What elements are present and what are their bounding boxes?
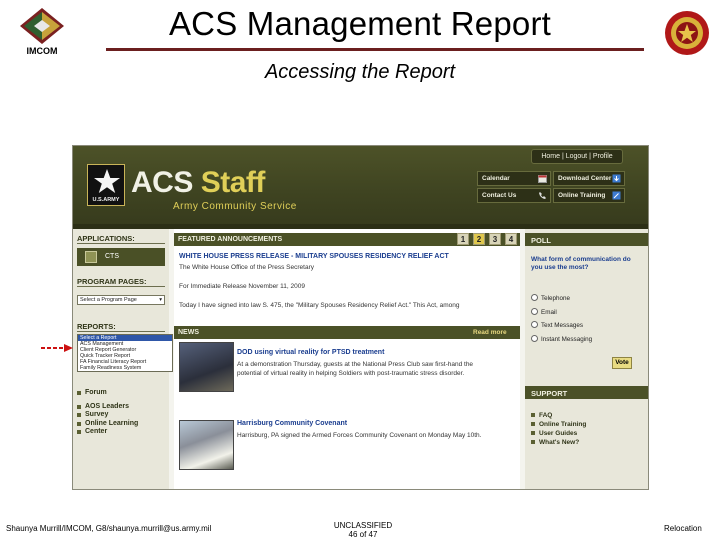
footer-topic: Relocation: [664, 524, 702, 533]
contact-us-label: Contact Us: [482, 192, 517, 199]
page-1-button[interactable]: 1: [457, 233, 469, 245]
brand-subtitle: Army Community Service: [173, 201, 297, 212]
reports-dropdown-list[interactable]: Select a Report ACS Management Client Re…: [77, 334, 173, 372]
download-center-label: Download Center: [558, 175, 612, 182]
news-2-title-link[interactable]: Harrisburg Community Covenant: [237, 420, 347, 427]
news-photo-ptsd[interactable]: [179, 342, 234, 392]
program-pages-heading: PROGRAM PAGES:: [77, 277, 147, 286]
news-photo-covenant[interactable]: [179, 420, 234, 470]
poll-option-telephone[interactable]: Telephone: [531, 294, 570, 302]
announcement-source: The White House Office of the Press Secr…: [179, 264, 314, 271]
brand-acs: ACS: [131, 166, 193, 199]
online-training-button[interactable]: Online Training: [553, 188, 625, 203]
page-3-button[interactable]: 3: [489, 233, 501, 245]
news-1-text: At a demonstration Thursday, guests at t…: [237, 361, 474, 368]
cts-label: CTS: [105, 253, 119, 260]
page-2-button[interactable]: 2: [473, 233, 485, 245]
brand-staff: Staff: [200, 166, 266, 199]
imcom-logo-text: IMCOM: [26, 46, 58, 56]
announcement-date: For Immediate Release November 11, 2009: [179, 283, 305, 290]
news-1-text-2: potential of virtual reality in helping …: [237, 370, 465, 377]
calendar-icon: [538, 175, 547, 183]
us-army-label: U.S.ARMY: [92, 197, 120, 203]
program-page-select-value: Select a Program Page: [80, 297, 137, 303]
program-pages-divider: [77, 286, 165, 287]
poll-header: POLL: [525, 233, 648, 246]
footer-classification: UNCLASSIFIED 46 of 47: [318, 521, 408, 539]
aos-leaders-link[interactable]: AOS Leaders: [77, 403, 138, 412]
slide-number: 46 of 47: [348, 529, 378, 539]
support-link-list: FAQ Online Training User Guides What's N…: [531, 411, 586, 447]
chevron-down-icon: ▾: [159, 297, 162, 303]
title-divider: [106, 48, 644, 51]
read-more-link[interactable]: Read more: [473, 329, 507, 336]
vote-button[interactable]: Vote: [612, 357, 632, 369]
site-brand: ACS Staff: [131, 166, 265, 200]
poll-option-instant-messaging[interactable]: Instant Messaging: [531, 335, 592, 343]
poll-option-email[interactable]: Email: [531, 308, 557, 316]
reports-divider: [77, 331, 165, 332]
poll-option-text-messages[interactable]: Text Messages: [531, 321, 583, 329]
online-training-link[interactable]: Online Training: [531, 420, 586, 429]
news-1-title-link[interactable]: DOD using virtual reality for PTSD treat…: [237, 349, 384, 356]
announcement-title-link[interactable]: WHITE HOUSE PRESS RELEASE - MILITARY SPO…: [179, 253, 449, 260]
us-army-star-logo: U.S.ARMY: [87, 164, 125, 206]
online-training-label: Online Training: [558, 192, 606, 199]
phone-icon: [539, 192, 546, 199]
applications-divider: [77, 243, 165, 244]
cts-icon: [85, 251, 97, 263]
faq-link[interactable]: FAQ: [531, 411, 586, 420]
report-option[interactable]: Family Readiness System: [78, 365, 172, 371]
cts-application-button[interactable]: CTS: [77, 248, 165, 266]
footer-author: Shaunya Murrill/IMCOM, G8/shaunya.murril…: [6, 524, 212, 533]
applications-heading: APPLICATIONS:: [77, 234, 135, 243]
download-center-button[interactable]: Download Center: [553, 171, 625, 186]
poll-question: What form of communication do you use th…: [531, 256, 631, 271]
home-logout-profile-links[interactable]: Home | Logout | Profile: [531, 149, 623, 164]
contact-us-button[interactable]: Contact Us: [477, 188, 551, 203]
program-page-select[interactable]: Select a Program Page ▾: [77, 295, 165, 305]
slide-title: ACS Management Report: [168, 5, 552, 42]
left-link-list: Forum AOS Leaders Survey Online Learning…: [77, 389, 138, 437]
online-learning-center-link[interactable]: Center: [77, 428, 138, 437]
center-label: Center: [85, 428, 108, 435]
whats-new-link[interactable]: What's New?: [531, 438, 586, 447]
page-4-button[interactable]: 4: [505, 233, 517, 245]
calendar-button[interactable]: Calendar: [477, 171, 551, 186]
news-header: NEWS: [174, 326, 520, 339]
pointer-arrow-icon: [41, 344, 73, 352]
survey-link[interactable]: Survey: [77, 411, 138, 420]
acs-staff-website: U.S.ARMY ACS Staff Army Community Servic…: [72, 145, 649, 490]
forum-link[interactable]: Forum: [77, 389, 138, 398]
user-guides-link[interactable]: User Guides: [531, 429, 586, 438]
announcement-text: Today I have signed into law S. 475, the…: [179, 302, 460, 309]
slide-subtitle: Accessing the Report: [264, 61, 456, 83]
army-seal-logo: [664, 10, 710, 56]
edit-icon: [612, 191, 621, 200]
support-header: SUPPORT: [525, 386, 648, 399]
download-icon: [612, 174, 621, 183]
calendar-label: Calendar: [482, 175, 510, 182]
online-learning-link[interactable]: Online Learning: [77, 420, 138, 429]
news-2-text: Harrisburg, PA signed the Armed Forces C…: [237, 432, 482, 439]
reports-heading: REPORTS:: [77, 322, 116, 331]
